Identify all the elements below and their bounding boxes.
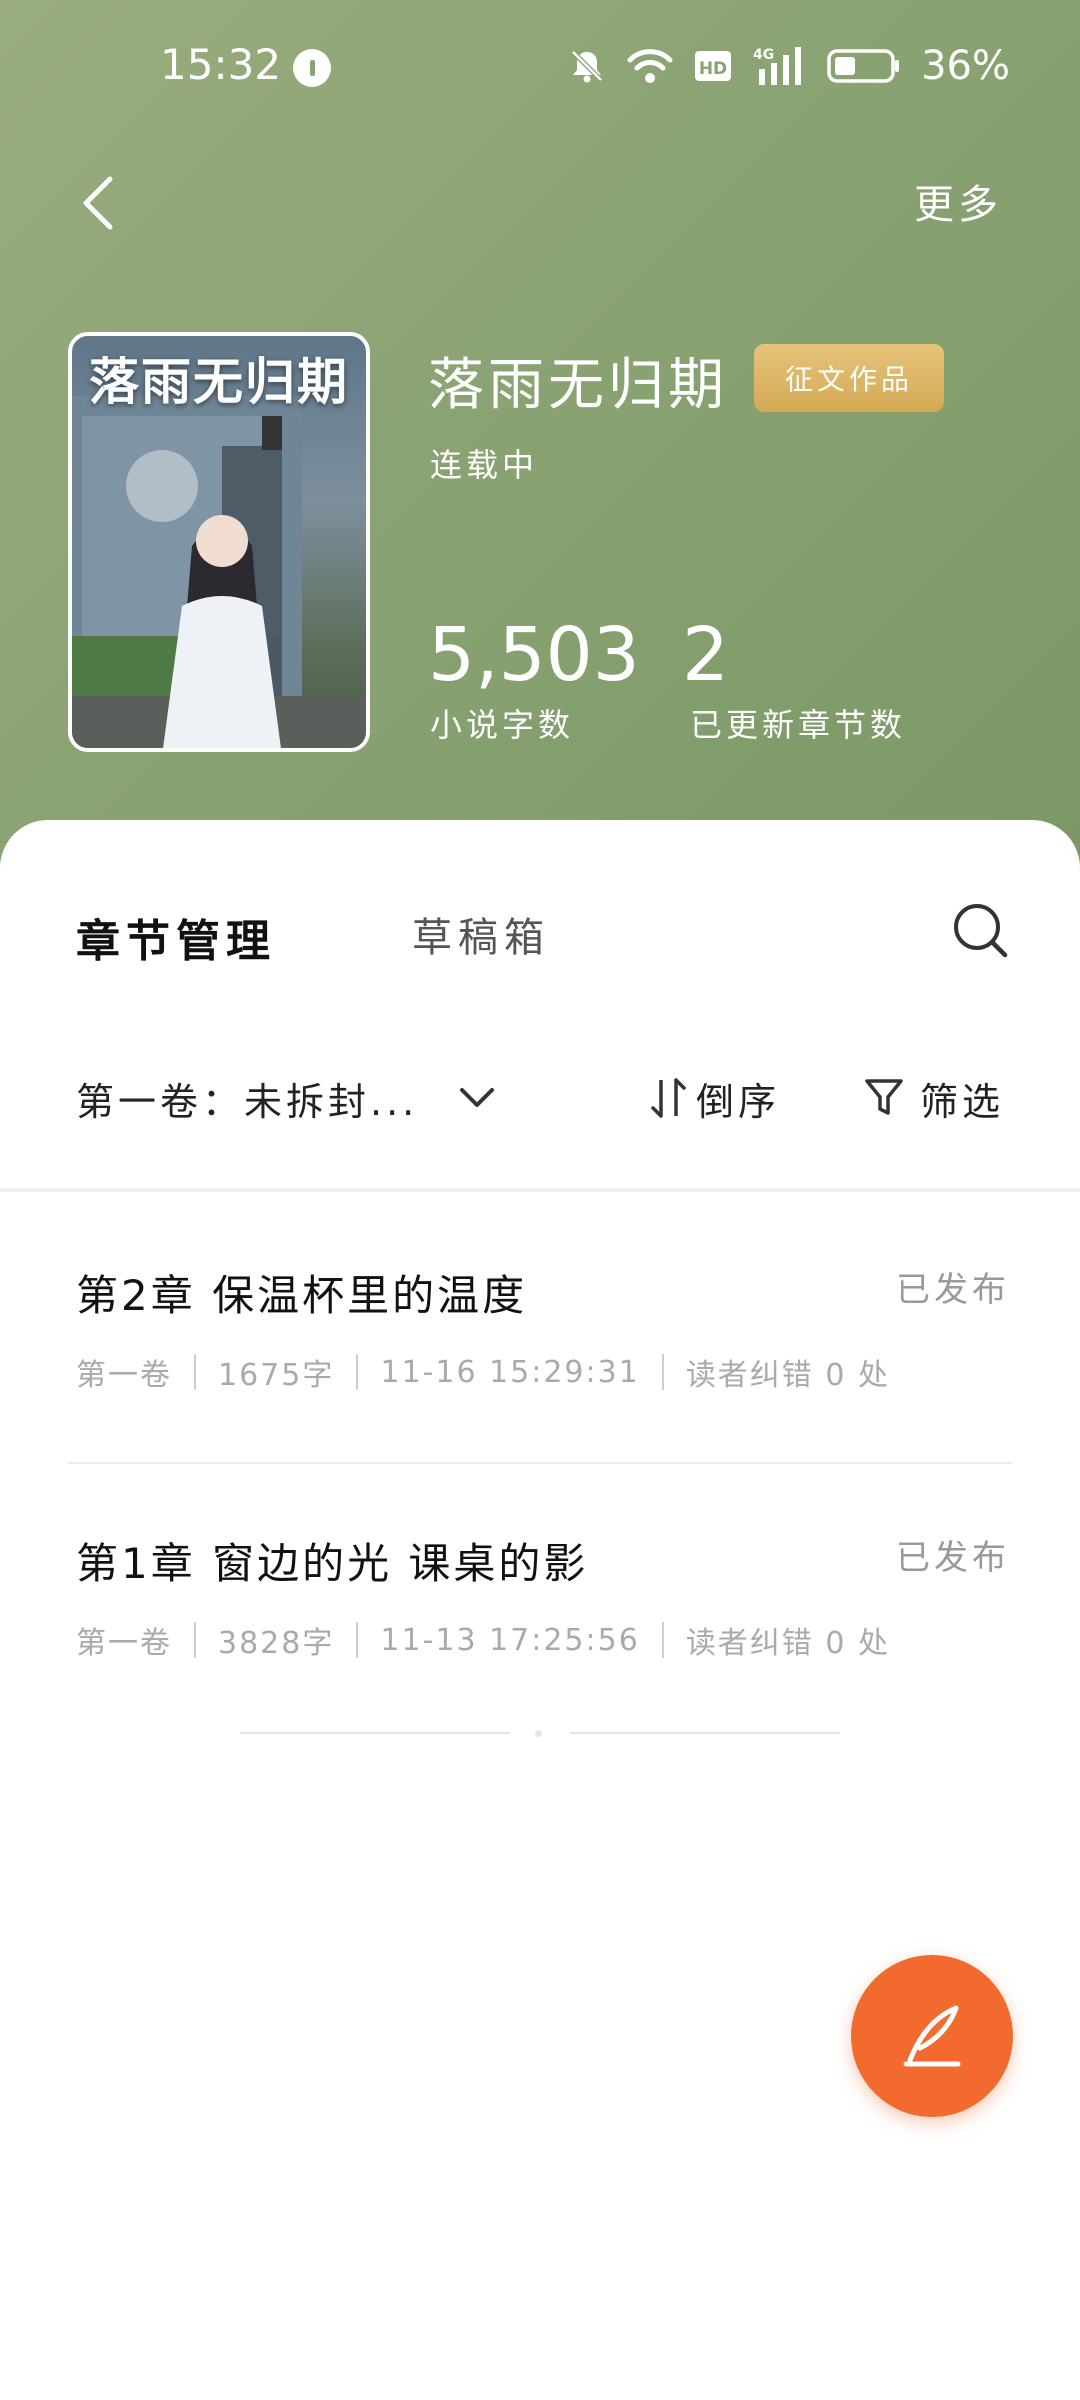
chapter-meta: 第一卷 1675字 11-16 15:29:31 读者纠错 0 处 [76, 1350, 890, 1394]
volume-selector-label: 第一卷：未拆封... [76, 1079, 419, 1124]
cover-title: 落雨无归期 [89, 352, 349, 411]
sort-icon [651, 1078, 686, 1118]
tab-drafts[interactable]: 草稿箱 [412, 905, 550, 963]
wifi-icon [627, 46, 673, 86]
volume-selector[interactable]: 第一卷：未拆封... [76, 1072, 496, 1124]
meta-separator [661, 1622, 664, 1658]
contest-badge: 征文作品 [754, 344, 944, 412]
more-button[interactable]: 更多 [914, 172, 1002, 230]
search-button[interactable] [950, 900, 1010, 960]
battery-icon [827, 47, 901, 85]
chapter-word-count: 3828字 [218, 1626, 335, 1661]
meta-separator [194, 1622, 196, 1658]
sort-button[interactable]: 倒序 [650, 1072, 780, 1124]
write-chapter-button[interactable] [851, 1955, 1013, 2117]
status-icons: HD 4G 36% [567, 43, 1010, 89]
book-cover[interactable]: 落雨无归期 [68, 332, 370, 752]
chapter-title: 第1章 窗边的光 课桌的影 [76, 1539, 589, 1588]
back-icon [83, 176, 113, 230]
meta-separator [356, 1354, 359, 1390]
search-icon [954, 904, 1008, 958]
word-count-label: 小说字数 [430, 706, 575, 744]
signal-icon: 4G [753, 45, 807, 87]
meta-separator [356, 1622, 359, 1658]
chapter-status: 已发布 [896, 1538, 1010, 1578]
chapter-row[interactable]: 第2章 保温杯里的温度 已发布 第一卷 1675字 11-16 15:29:31… [68, 1262, 1012, 1412]
book-title: 落雨无归期 [428, 353, 728, 418]
svg-text:HD: HD [699, 59, 727, 79]
word-count-value: 5,503 [428, 612, 640, 698]
chapter-meta: 第一卷 3828字 11-13 17:25:56 读者纠错 0 处 [76, 1618, 890, 1662]
filter-icon [865, 1079, 903, 1115]
chapter-volume: 第一卷 [76, 1358, 172, 1393]
meta-separator [661, 1354, 664, 1390]
chapter-count-value: 2 [682, 612, 730, 698]
chapter-datetime: 11-13 17:25:56 [380, 1622, 640, 1658]
sort-label: 倒序 [696, 1079, 781, 1124]
chapter-row[interactable]: 第1章 窗边的光 课桌的影 已发布 第一卷 3828字 11-13 17:25:… [68, 1530, 1012, 1680]
chapter-volume: 第一卷 [76, 1626, 172, 1661]
back-button[interactable] [78, 168, 138, 238]
list-end-marker [240, 1730, 840, 1737]
chapter-title: 第2章 保温杯里的温度 [76, 1271, 528, 1320]
toolbar-divider [0, 1188, 1080, 1192]
svg-text:4G: 4G [753, 47, 774, 63]
meta-separator [194, 1354, 196, 1390]
chapter-errata: 读者纠错 0 处 [685, 1626, 890, 1661]
filter-button[interactable]: 筛选 [864, 1072, 1004, 1124]
serial-status: 连载中 [430, 446, 539, 484]
mute-bell-icon [567, 46, 607, 86]
row-divider [68, 1462, 1012, 1464]
battery-percentage: 36% [921, 43, 1010, 89]
notification-dot-icon [293, 49, 331, 87]
chapter-status: 已发布 [896, 1270, 1010, 1310]
status-bar: 15:32 HD 4G 36% [0, 0, 1080, 140]
chapter-errata: 读者纠错 0 处 [685, 1358, 890, 1393]
quill-icon [903, 2005, 961, 2067]
hd-icon: HD [693, 48, 733, 84]
chapter-word-count: 1675字 [218, 1358, 335, 1393]
status-time: 15:32 [160, 40, 282, 89]
tab-chapter-management[interactable]: 章节管理 [76, 905, 276, 969]
chapter-count-label: 已更新章节数 [690, 706, 907, 744]
chapter-datetime: 11-16 15:29:31 [380, 1354, 640, 1390]
filter-label: 筛选 [920, 1079, 1005, 1124]
chevron-down-icon [460, 1088, 495, 1107]
